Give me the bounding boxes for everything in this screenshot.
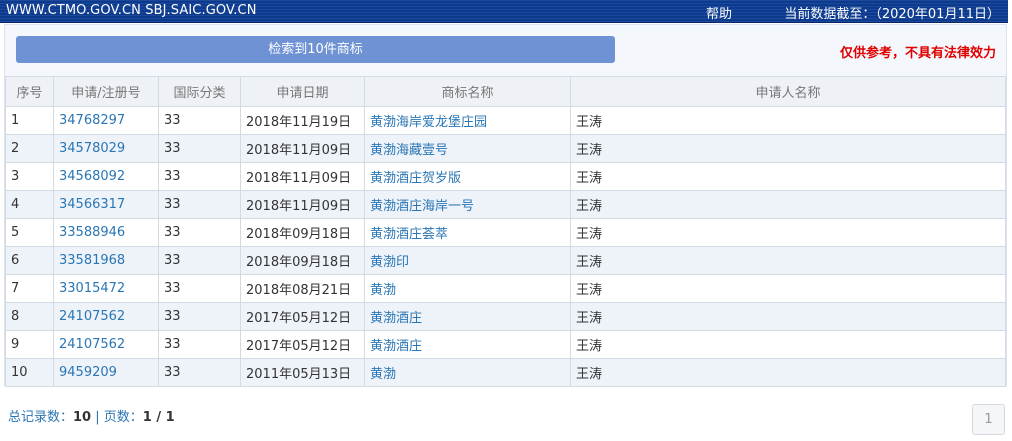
- date-cell: 2018年08月21日: [240, 274, 365, 303]
- results-table: 序号 申请/注册号 国际分类 申请日期 商标名称 申请人名称 1 3476829…: [5, 76, 1006, 387]
- reg-number-link[interactable]: 34566317: [53, 190, 159, 219]
- mark-name-link[interactable]: 黄渤酒庄: [364, 330, 571, 359]
- row-index: 10: [5, 358, 54, 387]
- reg-number-link[interactable]: 24107562: [53, 330, 159, 359]
- applicant-cell: 王涛: [570, 134, 1006, 163]
- data-date: 当前数据截至：（2020年01月11日）: [784, 7, 1000, 22]
- date-cell: 2018年11月09日: [240, 162, 365, 191]
- table-row: 3 34568092 33 2018年11月09日 黄渤酒庄贺岁版 王涛: [5, 162, 1006, 191]
- mark-name-link[interactable]: 黄渤海藏壹号: [364, 134, 571, 163]
- table-row: 7 33015472 33 2018年08月21日 黄渤 王涛: [5, 274, 1006, 303]
- pages-label: 页数：: [103, 410, 143, 425]
- mark-name-link[interactable]: 黄渤酒庄海岸一号: [364, 190, 571, 219]
- class-cell: 33: [158, 134, 241, 163]
- mark-name-link[interactable]: 黄渤: [364, 274, 571, 303]
- table-row: 5 33588946 33 2018年09月18日 黄渤酒庄荟萃 王涛: [5, 218, 1006, 247]
- col-header-reg-number: 申请/注册号: [53, 76, 159, 107]
- applicant-cell: 王涛: [570, 246, 1006, 275]
- col-header-mark-name: 商标名称: [364, 76, 571, 107]
- row-index: 9: [5, 330, 54, 359]
- date-cell: 2017年05月12日: [240, 330, 365, 359]
- col-header-class: 国际分类: [158, 76, 241, 107]
- class-cell: 33: [158, 330, 241, 359]
- date-cell: 2017年05月12日: [240, 302, 365, 331]
- summary-separator: |: [91, 410, 104, 425]
- row-index: 6: [5, 246, 54, 275]
- table-row: 2 34578029 33 2018年11月09日 黄渤海藏壹号 王涛: [5, 134, 1006, 163]
- date-cell: 2018年09月18日: [240, 218, 365, 247]
- date-cell: 2011年05月13日: [240, 358, 365, 387]
- applicant-cell: 王涛: [570, 218, 1006, 247]
- class-cell: 33: [158, 106, 241, 135]
- reg-number-link[interactable]: 33015472: [53, 274, 159, 303]
- table-header-row: 序号 申请/注册号 国际分类 申请日期 商标名称 申请人名称: [5, 76, 1006, 107]
- mark-name-link[interactable]: 黄渤: [364, 358, 571, 387]
- reg-number-link[interactable]: 24107562: [53, 302, 159, 331]
- total-records-label: 总记录数：: [8, 410, 74, 425]
- col-header-applicant: 申请人名称: [570, 76, 1006, 107]
- table-row: 10 9459209 33 2011年05月13日 黄渤 王涛: [5, 358, 1006, 387]
- table-row: 6 33581968 33 2018年09月18日 黄渤印 王涛: [5, 246, 1006, 275]
- reg-number-link[interactable]: 33581968: [53, 246, 159, 275]
- total-records-value: 10: [73, 410, 92, 425]
- applicant-cell: 王涛: [570, 358, 1006, 387]
- applicant-cell: 王涛: [570, 190, 1006, 219]
- mark-name-link[interactable]: 黄渤酒庄: [364, 302, 571, 331]
- date-cell: 2018年11月09日: [240, 134, 365, 163]
- date-cell: 2018年09月18日: [240, 246, 365, 275]
- reg-number-link[interactable]: 34768297: [53, 106, 159, 135]
- help-link[interactable]: 帮助: [706, 3, 732, 22]
- row-index: 4: [5, 190, 54, 219]
- row-index: 5: [5, 218, 54, 247]
- reg-number-link[interactable]: 34578029: [53, 134, 159, 163]
- class-cell: 33: [158, 190, 241, 219]
- disclaimer: 仅供参考，不具有法律效力: [839, 46, 996, 61]
- applicant-cell: 王涛: [570, 106, 1006, 135]
- date-cell: 2018年11月09日: [240, 190, 365, 219]
- class-cell: 33: [158, 246, 241, 275]
- class-cell: 33: [158, 302, 241, 331]
- mark-name-link[interactable]: 黄渤酒庄荟萃: [364, 218, 571, 247]
- mark-name-link[interactable]: 黄渤印: [364, 246, 571, 275]
- row-index: 3: [5, 162, 54, 191]
- reg-number-link[interactable]: 9459209: [53, 358, 159, 387]
- row-index: 7: [5, 274, 54, 303]
- page-button-1[interactable]: 1: [972, 404, 1005, 435]
- applicant-cell: 王涛: [570, 162, 1006, 191]
- results-panel: 检索到10件商标 仅供参考，不具有法律效力 序号 申请/注册号 国际分类 申请日…: [4, 24, 1007, 387]
- search-summary-bar: 检索到10件商标: [16, 36, 615, 63]
- top-banner: WWW.CTMO.GOV.CN SBJ.SAIC.GOV.CN 帮助 当前数据截…: [0, 0, 1008, 23]
- pagination-summary: 总记录数：10 | 页数：1 / 1: [8, 406, 175, 425]
- pages-value: 1 / 1: [142, 410, 175, 425]
- applicant-cell: 王涛: [570, 302, 1006, 331]
- class-cell: 33: [158, 274, 241, 303]
- table-row: 8 24107562 33 2017年05月12日 黄渤酒庄 王涛: [5, 302, 1006, 331]
- table-row: 9 24107562 33 2017年05月12日 黄渤酒庄 王涛: [5, 330, 1006, 359]
- row-index: 2: [5, 134, 54, 163]
- mark-name-link[interactable]: 黄渤酒庄贺岁版: [364, 162, 571, 191]
- reg-number-link[interactable]: 33588946: [53, 218, 159, 247]
- applicant-cell: 王涛: [570, 274, 1006, 303]
- row-index: 8: [5, 302, 54, 331]
- mark-name-link[interactable]: 黄渤海岸爱龙堡庄园: [364, 106, 571, 135]
- table-row: 4 34566317 33 2018年11月09日 黄渤酒庄海岸一号 王涛: [5, 190, 1006, 219]
- class-cell: 33: [158, 358, 241, 387]
- col-header-index: 序号: [5, 76, 54, 107]
- date-cell: 2018年11月19日: [240, 106, 365, 135]
- col-header-date: 申请日期: [240, 76, 365, 107]
- site-urls: WWW.CTMO.GOV.CN SBJ.SAIC.GOV.CN: [6, 3, 257, 18]
- row-index: 1: [5, 106, 54, 135]
- class-cell: 33: [158, 162, 241, 191]
- table-row: 1 34768297 33 2018年11月19日 黄渤海岸爱龙堡庄园 王涛: [5, 106, 1006, 135]
- applicant-cell: 王涛: [570, 330, 1006, 359]
- class-cell: 33: [158, 218, 241, 247]
- reg-number-link[interactable]: 34568092: [53, 162, 159, 191]
